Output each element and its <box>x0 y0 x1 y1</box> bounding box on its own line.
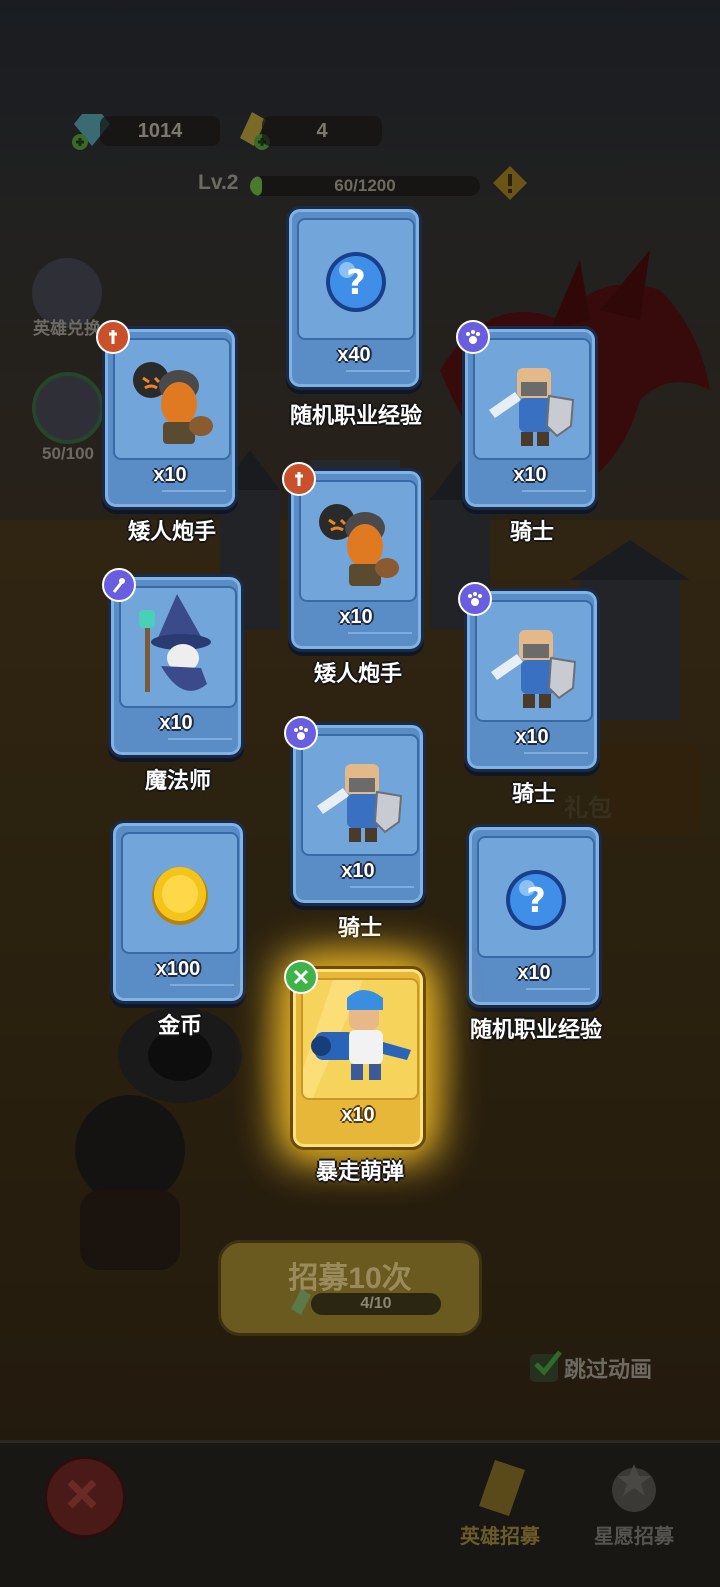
tab-star-recruit[interactable]: 星愿招募 <box>584 1456 684 1549</box>
reward-card[interactable]: x10 <box>284 716 426 906</box>
card-art <box>119 586 237 708</box>
recruit-10-button[interactable]: 招募10次 4/10 <box>218 1240 482 1336</box>
skip-animation-label: 跳过动画 <box>564 1357 653 1382</box>
card-quantity: x40 <box>337 344 371 366</box>
reward-card[interactable]: x10 <box>96 320 238 510</box>
xp-text: 60/1200 <box>334 176 396 195</box>
card-art <box>301 978 419 1100</box>
wizard-icon <box>139 594 211 692</box>
card-name: 魔法师 <box>144 768 211 793</box>
card-name: 骑士 <box>511 781 556 806</box>
star-progress-button[interactable]: 50/100 <box>28 372 108 464</box>
recruit-count: 4/10 <box>360 1295 392 1312</box>
tab-star-recruit-label: 星愿招募 <box>594 1526 674 1548</box>
card-name: 矮人炮手 <box>313 661 402 686</box>
staff-class-icon <box>102 568 136 602</box>
knight-icon <box>489 368 575 446</box>
ticket-count: 4 <box>316 119 328 142</box>
card-art <box>473 338 591 460</box>
card-quantity: x10 <box>153 464 187 486</box>
cannon-hero-icon <box>303 980 411 1098</box>
card-quantity: x10 <box>513 464 547 486</box>
card-quantity: x10 <box>341 1104 375 1126</box>
card-art <box>121 832 239 954</box>
paw-class-icon <box>284 716 318 750</box>
card-name: 矮人炮手 <box>127 519 216 544</box>
card-quantity: x10 <box>339 606 373 628</box>
card-quantity: x10 <box>341 860 375 882</box>
hero-recruit-icon <box>479 1460 525 1516</box>
svg-text:?: ? <box>346 263 366 303</box>
card-name: 随机职业经验 <box>469 1017 602 1042</box>
skip-animation-toggle[interactable]: 跳过动画 <box>530 1350 653 1384</box>
card-name: 暴走萌弹 <box>315 1159 404 1184</box>
crossed-swords-icon <box>284 960 318 994</box>
card-quantity: x10 <box>159 712 193 734</box>
tab-hero-recruit[interactable]: 英雄招募 <box>450 1456 550 1549</box>
reward-card[interactable]: x10 <box>282 462 424 652</box>
star-recruit-icon <box>612 1464 656 1512</box>
star-progress-label: 50/100 <box>42 444 94 463</box>
warning-icon[interactable] <box>492 165 528 201</box>
fire-class-icon <box>96 320 130 354</box>
skip-checkbox[interactable] <box>530 1350 562 1382</box>
card-art: ? <box>477 836 595 958</box>
card-name: 随机职业经验 <box>289 403 422 428</box>
card-art <box>113 338 231 460</box>
paw-class-icon <box>456 320 490 354</box>
gold-coin-icon <box>152 867 208 925</box>
card-art: ? <box>297 218 415 340</box>
card-quantity: x10 <box>515 726 549 748</box>
star-icon <box>32 372 104 444</box>
level-label: Lv.2 <box>198 171 239 194</box>
reward-card[interactable]: ? x40 <box>286 206 422 390</box>
tab-hero-recruit-label: 英雄招募 <box>460 1526 540 1548</box>
knight-icon <box>491 630 577 708</box>
card-name: 骑士 <box>509 519 554 544</box>
close-button[interactable] <box>44 1456 126 1538</box>
knight-icon <box>317 764 403 842</box>
fire-class-icon <box>282 462 316 496</box>
dwarf-gunner-icon <box>319 504 399 586</box>
recruit-10-label: 招募10次 <box>288 1262 412 1295</box>
reward-card[interactable]: x10 <box>458 582 600 772</box>
ticket-counter[interactable]: 4 <box>262 116 382 146</box>
gem-count: 1014 <box>137 119 183 142</box>
reward-card[interactable]: x10 <box>456 320 598 510</box>
card-art <box>475 600 593 722</box>
dwarf-gunner-icon <box>133 362 213 444</box>
card-art <box>299 480 417 602</box>
question-orb-icon: ? <box>506 870 566 930</box>
reward-card[interactable]: x10 <box>102 568 244 758</box>
svg-text:?: ? <box>526 881 546 921</box>
question-orb-icon: ? <box>326 252 386 312</box>
paw-class-icon <box>458 582 492 616</box>
reward-card[interactable]: x100 <box>110 820 246 1004</box>
reward-card[interactable]: ? x10 <box>466 824 602 1008</box>
card-art <box>301 734 419 856</box>
gem-counter[interactable]: 1014 <box>100 116 220 146</box>
checkmark-icon <box>534 1350 562 1376</box>
close-icon <box>67 1479 97 1509</box>
reward-card-gold[interactable]: x10 <box>250 926 466 1190</box>
card-quantity: x10 <box>517 962 551 984</box>
card-quantity: x100 <box>155 958 201 980</box>
